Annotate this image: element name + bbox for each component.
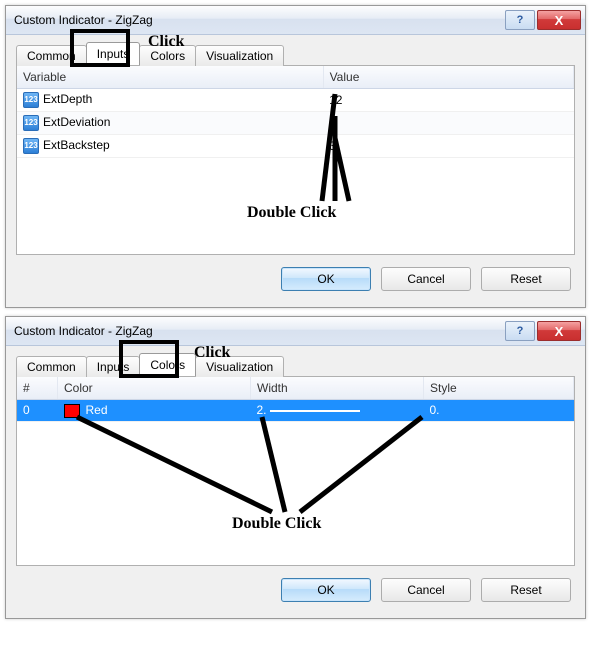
cancel-button[interactable]: Cancel	[381, 578, 471, 602]
titlebar[interactable]: Custom Indicator - ZigZag ? X	[6, 317, 585, 346]
col-value[interactable]: Value	[323, 66, 573, 89]
tab-common[interactable]: Common	[16, 45, 87, 66]
col-variable[interactable]: Variable	[17, 66, 323, 89]
table-row[interactable]: 123 ExtDepth 12	[17, 89, 574, 112]
dialog-inputs: Custom Indicator - ZigZag ? X Common Inp…	[5, 5, 586, 308]
table-row[interactable]: 123 ExtDeviation 5	[17, 112, 574, 135]
window-title: Custom Indicator - ZigZag	[14, 13, 505, 27]
int-icon: 123	[23, 115, 39, 131]
cancel-button[interactable]: Cancel	[381, 267, 471, 291]
close-button[interactable]: X	[537, 321, 581, 341]
int-icon: 123	[23, 92, 39, 108]
colors-grid[interactable]: # Color Width Style 0 Red 2. 0.	[17, 377, 574, 422]
var-name: ExtBackstep	[43, 138, 110, 152]
reset-button[interactable]: Reset	[481, 267, 571, 291]
tab-colors[interactable]: Colors	[139, 45, 196, 66]
color-name: Red	[86, 403, 108, 417]
inputs-grid[interactable]: Variable Value 123 ExtDepth 12 123 ExtDevi…	[17, 66, 574, 158]
table-row[interactable]: 0 Red 2. 0.	[17, 400, 574, 422]
col-color[interactable]: Color	[58, 377, 251, 400]
col-style[interactable]: Style	[424, 377, 574, 400]
dialog-colors: Custom Indicator - ZigZag ? X Common Inp…	[5, 316, 586, 619]
int-icon: 123	[23, 138, 39, 154]
close-button[interactable]: X	[537, 10, 581, 30]
tab-common[interactable]: Common	[16, 356, 87, 377]
var-value[interactable]: 3	[323, 135, 573, 158]
cell-width[interactable]: 2.	[251, 400, 424, 422]
ok-button[interactable]: OK	[281, 578, 371, 602]
tabstrip: Common Inputs Colors Visualization	[16, 43, 575, 65]
tabpanel-colors: # Color Width Style 0 Red 2. 0.	[16, 376, 575, 566]
titlebar[interactable]: Custom Indicator - ZigZag ? X	[6, 6, 585, 35]
cell-number[interactable]: 0	[17, 400, 58, 422]
col-number[interactable]: #	[17, 377, 58, 400]
help-button[interactable]: ?	[505, 321, 535, 341]
ok-button[interactable]: OK	[281, 267, 371, 291]
cell-style[interactable]: 0.	[424, 400, 574, 422]
button-row: OK Cancel Reset	[16, 255, 575, 297]
var-name: ExtDepth	[43, 92, 92, 106]
tabpanel-inputs: Variable Value 123 ExtDepth 12 123 ExtDevi…	[16, 65, 575, 255]
tab-inputs[interactable]: Inputs	[86, 42, 141, 65]
window-title: Custom Indicator - ZigZag	[14, 324, 505, 338]
col-width[interactable]: Width	[251, 377, 424, 400]
color-swatch-icon	[64, 404, 80, 418]
button-row: OK Cancel Reset	[16, 566, 575, 608]
table-row[interactable]: 123 ExtBackstep 3	[17, 135, 574, 158]
tab-visualization[interactable]: Visualization	[195, 45, 284, 66]
reset-button[interactable]: Reset	[481, 578, 571, 602]
tab-colors[interactable]: Colors	[139, 353, 196, 376]
help-button[interactable]: ?	[505, 10, 535, 30]
var-value[interactable]: 5	[323, 112, 573, 135]
var-name: ExtDeviation	[43, 115, 110, 129]
tab-inputs[interactable]: Inputs	[86, 356, 141, 377]
cell-color[interactable]: Red	[58, 400, 251, 422]
annotation-double-click: Double Click	[232, 515, 321, 533]
tab-visualization[interactable]: Visualization	[195, 356, 284, 377]
tabstrip: Common Inputs Colors Visualization	[16, 354, 575, 376]
var-value[interactable]: 12	[323, 89, 573, 112]
annotation-double-click: Double Click	[247, 204, 336, 222]
width-preview-icon	[270, 410, 360, 412]
